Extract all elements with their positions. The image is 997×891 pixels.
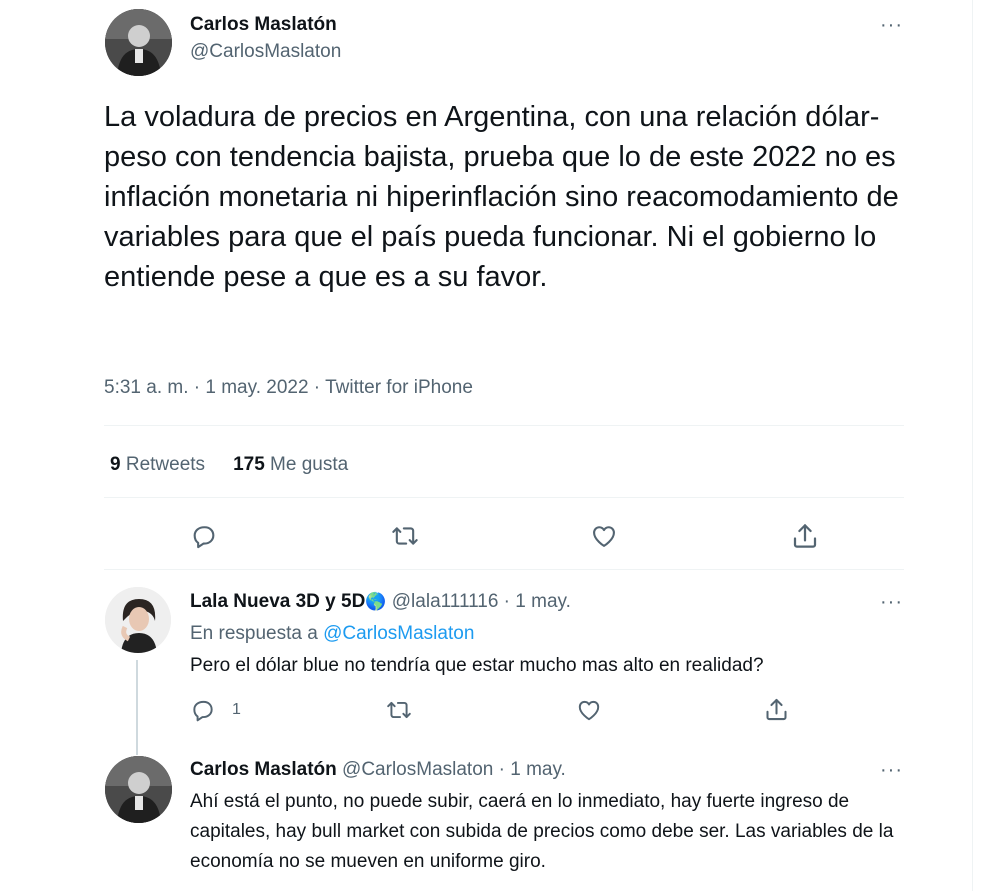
reply-author-avatar[interactable] xyxy=(105,587,171,653)
like-button[interactable] xyxy=(590,522,618,550)
more-icon[interactable]: ··· xyxy=(880,760,903,780)
retweet-icon xyxy=(387,701,411,719)
more-icon[interactable]: ··· xyxy=(880,592,903,612)
main-author-avatar[interactable] xyxy=(105,9,172,76)
reply-to-prefix: En respuesta a xyxy=(190,623,318,644)
main-author-name-block[interactable]: Carlos Maslatón @CarlosMaslaton xyxy=(190,14,341,63)
reply-1-like-button[interactable] xyxy=(576,697,602,723)
reply-1-date[interactable]: · 1 may. xyxy=(504,591,571,612)
reply-1-share-button[interactable] xyxy=(763,696,790,723)
tweet-thread: Carlos Maslatón @CarlosMaslaton ··· La v… xyxy=(0,0,930,891)
main-author-name[interactable]: Carlos Maslatón xyxy=(190,14,341,36)
more-icon[interactable]: ··· xyxy=(880,15,903,35)
reply-1-header: Lala Nueva 3D y 5D🌎 @lala111116 · 1 may. xyxy=(190,591,571,613)
retweet-icon xyxy=(392,527,418,545)
likes-count: 175 xyxy=(233,454,265,475)
likes-label: Me gusta xyxy=(270,454,349,475)
divider xyxy=(104,569,904,570)
reply-1-author-handle[interactable]: @lala111116 xyxy=(392,591,499,612)
divider xyxy=(104,497,904,498)
reply-1-in-reply-to: En respuesta a @CarlosMaslaton xyxy=(190,623,474,645)
reply-2-author-handle[interactable]: @CarlosMaslaton xyxy=(342,759,493,780)
main-tweet-text: La voladura de precios en Argentina, con… xyxy=(104,101,899,293)
reply-1-reply-button[interactable]: 1 xyxy=(190,697,241,723)
reply-1-author-name[interactable]: Lala Nueva 3D y 5D xyxy=(190,591,365,612)
likes-stat[interactable]: 175 Me gusta xyxy=(233,454,348,476)
right-column-divider xyxy=(972,0,973,891)
reply-2-author-avatar[interactable] xyxy=(105,756,172,823)
retweets-count: 9 xyxy=(110,454,121,475)
reply-1-reply-count: 1 xyxy=(232,701,241,718)
thread-connector xyxy=(136,660,138,755)
retweets-label: Retweets xyxy=(125,454,206,475)
reply-2-date[interactable]: · 1 may. xyxy=(499,759,566,780)
share-button[interactable] xyxy=(790,521,820,551)
reply-1-text: Pero el dólar blue no tendría que estar … xyxy=(190,655,764,676)
reply-to-handle-link[interactable]: @CarlosMaslaton xyxy=(323,623,474,644)
globe-emoji-icon: 🌎 xyxy=(365,592,387,611)
reply-2-text: Ahí está el punto, no puede subir, caerá… xyxy=(190,791,894,872)
main-author-handle[interactable]: @CarlosMaslaton xyxy=(190,41,341,63)
reply-icon xyxy=(193,700,213,722)
divider xyxy=(104,425,904,426)
reply-1-retweet-button[interactable] xyxy=(386,697,412,723)
tweet-stats: 9 Retweets 175 Me gusta xyxy=(110,454,348,476)
reply-button[interactable] xyxy=(190,522,218,550)
like-icon xyxy=(593,526,615,547)
share-icon xyxy=(766,698,787,721)
tweet-timestamp[interactable]: 5:31 a. m. · 1 may. 2022 · Twitter for i… xyxy=(104,377,473,399)
reply-2-header: Carlos Maslatón @CarlosMaslaton · 1 may. xyxy=(190,759,566,781)
like-icon xyxy=(578,700,600,721)
reply-2-author-name[interactable]: Carlos Maslatón xyxy=(190,759,337,780)
retweets-stat[interactable]: 9 Retweets xyxy=(110,454,205,476)
retweet-button[interactable] xyxy=(390,522,420,550)
reply-icon xyxy=(193,526,215,549)
share-icon xyxy=(793,524,817,548)
